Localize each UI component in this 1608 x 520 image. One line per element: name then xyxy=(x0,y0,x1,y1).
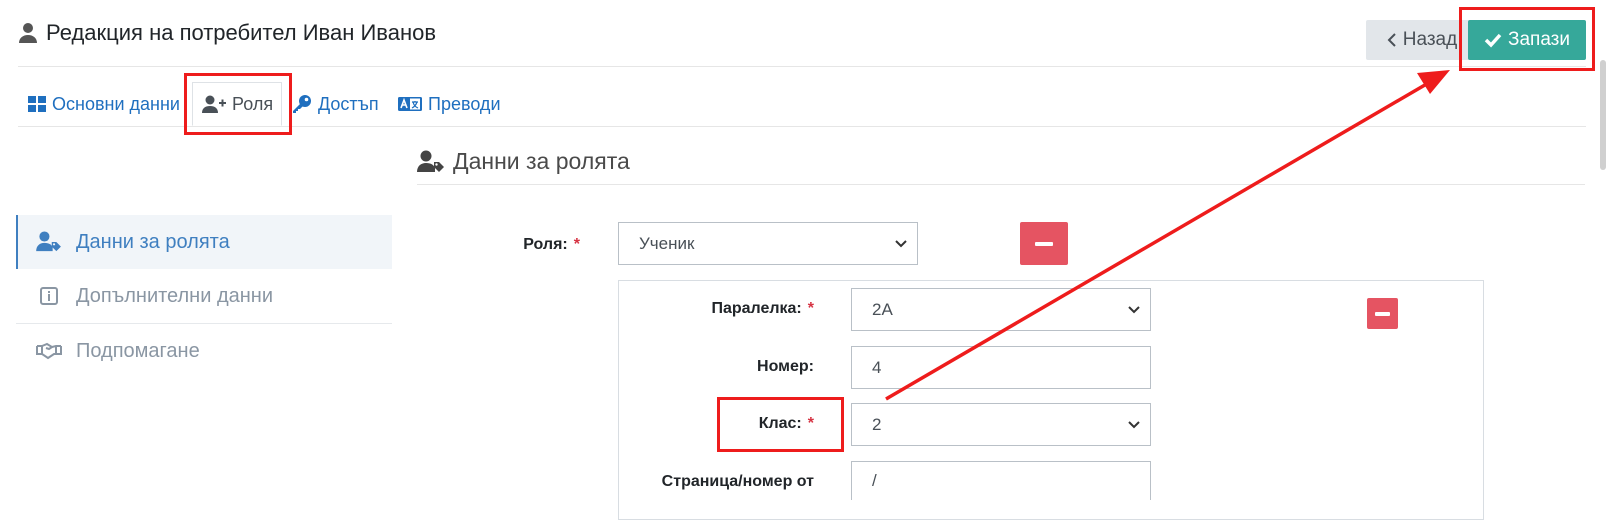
save-button[interactable]: Запази xyxy=(1468,20,1586,60)
minus-icon xyxy=(1035,241,1053,246)
minus-icon xyxy=(1375,311,1390,316)
check-icon xyxy=(1484,32,1502,48)
section-divider xyxy=(417,184,1585,185)
sidebar-item-label: Подпомагане xyxy=(76,339,200,362)
tabs-divider xyxy=(18,126,1586,127)
number-label: Номер: xyxy=(618,358,814,376)
page-title: Редакция на потребител Иван Иванов xyxy=(18,20,436,46)
page-number-label-text: Страница/номер от xyxy=(661,473,814,490)
page-number-input-value: / xyxy=(872,471,877,490)
class-section-label-text: Паралелка: xyxy=(711,300,802,317)
info-icon xyxy=(36,287,62,305)
section-title: Данни за ролята xyxy=(417,148,630,175)
tab-label: Преводи xyxy=(428,93,501,114)
page-title-text: Редакция на потребител Иван Иванов xyxy=(46,20,437,45)
tab-basic-data[interactable]: Основни данни xyxy=(28,84,180,124)
tab-access[interactable]: Достъп xyxy=(292,84,379,124)
tab-label: Достъп xyxy=(318,93,379,114)
grade-label: Клас: * xyxy=(618,415,814,433)
save-button-label: Запази xyxy=(1507,29,1570,50)
tab-translations[interactable]: Преводи xyxy=(398,84,501,124)
chevron-down-icon xyxy=(1128,420,1140,429)
back-button-label: Назад xyxy=(1402,29,1458,50)
page-number-input[interactable]: / xyxy=(851,461,1151,500)
role-select[interactable]: Ученик xyxy=(618,222,918,265)
role-label: Роля: * xyxy=(420,236,580,254)
user-tag-icon xyxy=(417,150,445,174)
grid-icon xyxy=(28,96,46,112)
sidebar-item-support[interactable]: Подпомагане xyxy=(16,324,392,378)
header-divider xyxy=(18,66,1586,67)
grade-label-text: Клас: xyxy=(758,415,802,432)
translate-icon xyxy=(398,97,422,111)
key-icon xyxy=(292,94,312,114)
section-title-text: Данни за ролята xyxy=(453,148,630,174)
remove-role-button[interactable] xyxy=(1020,222,1068,265)
class-section-label: Паралелка: * xyxy=(618,300,814,318)
user-icon xyxy=(18,22,38,44)
role-select-value: Ученик xyxy=(639,233,695,253)
page-number-label: Страница/номер от xyxy=(618,473,814,491)
number-input-value: 4 xyxy=(872,357,882,377)
chevron-down-icon xyxy=(895,239,907,248)
number-input[interactable]: 4 xyxy=(851,346,1151,389)
remove-class-section-button[interactable] xyxy=(1367,298,1398,329)
required-mark: * xyxy=(807,300,814,317)
user-plus-icon xyxy=(202,95,226,113)
class-section-select-value: 2A xyxy=(872,299,893,319)
grade-select-value: 2 xyxy=(872,414,882,434)
required-mark: * xyxy=(807,415,814,432)
role-label-text: Роля: xyxy=(523,236,568,253)
handshake-icon xyxy=(36,342,62,360)
number-label-text: Номер: xyxy=(757,358,814,375)
required-mark: * xyxy=(573,236,580,253)
tab-role[interactable]: Роля xyxy=(192,82,282,126)
grade-select[interactable]: 2 xyxy=(851,403,1151,446)
chevron-left-icon xyxy=(1387,32,1397,48)
class-section-select[interactable]: 2A xyxy=(851,288,1151,331)
sidebar-item-label: Допълнителни данни xyxy=(76,284,274,307)
tab-label: Роля xyxy=(232,93,274,114)
scrollbar-thumb[interactable] xyxy=(1600,60,1606,170)
user-tag-icon xyxy=(36,231,62,253)
sidebar-item-role-data[interactable]: Данни за ролята xyxy=(16,215,392,269)
back-button[interactable]: Назад xyxy=(1366,20,1478,60)
sidebar-item-additional-data[interactable]: Допълнителни данни xyxy=(16,269,392,323)
chevron-down-icon xyxy=(1128,305,1140,314)
sidebar-item-label: Данни за ролята xyxy=(76,230,230,253)
tab-label: Основни данни xyxy=(52,93,180,114)
